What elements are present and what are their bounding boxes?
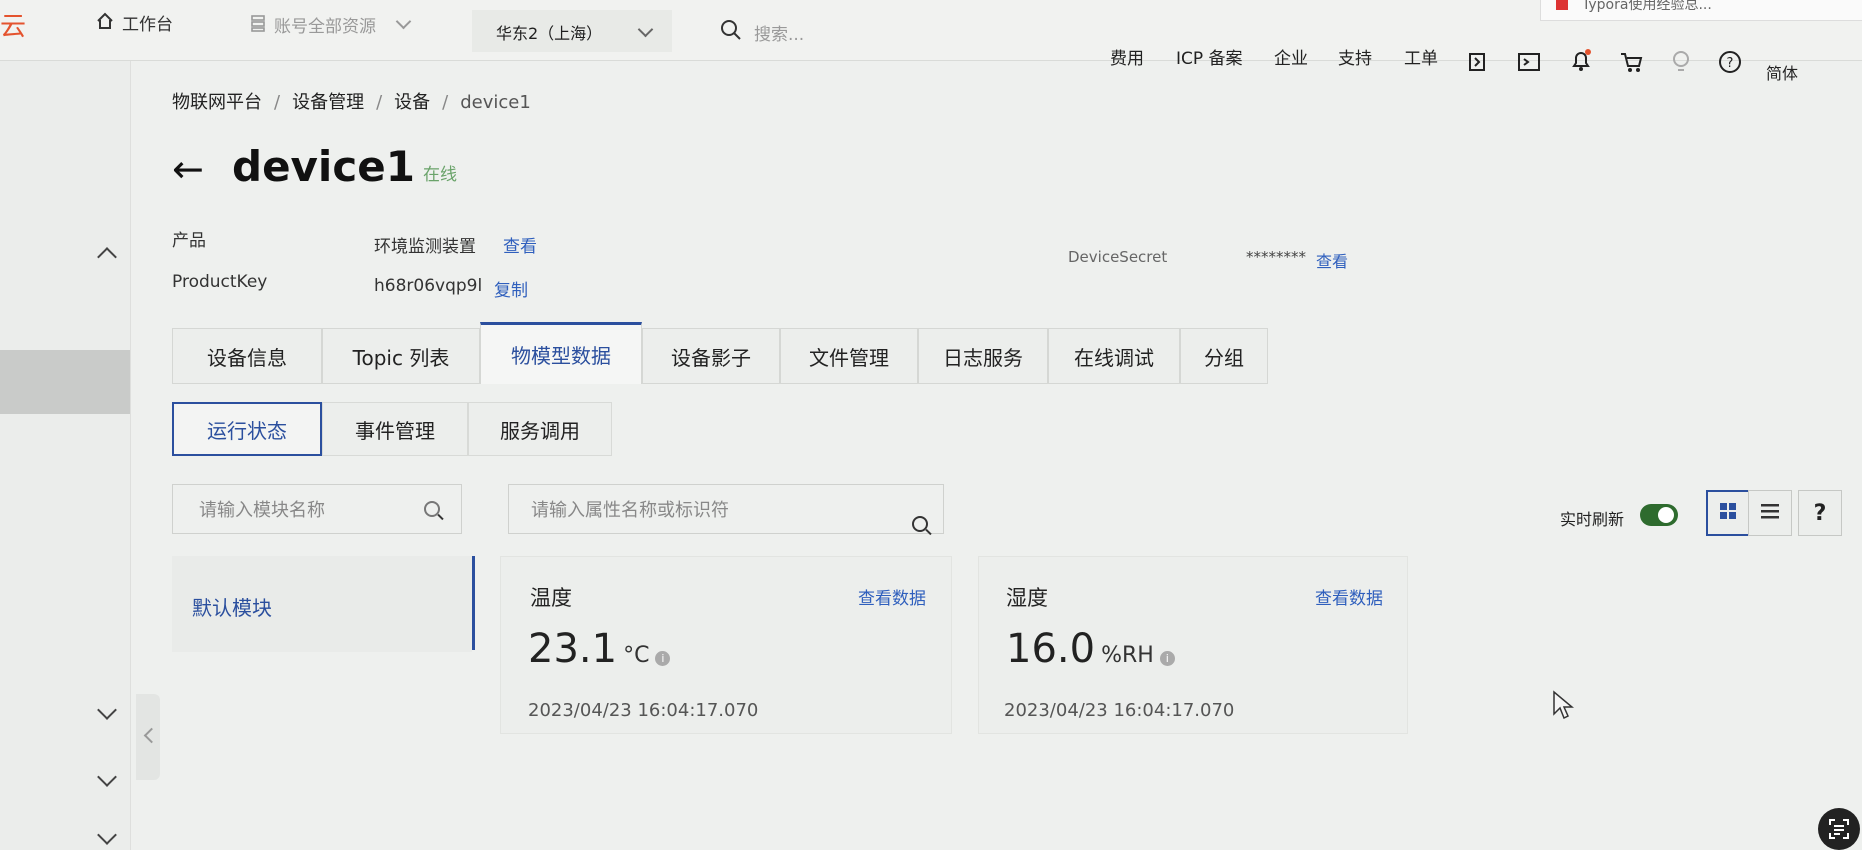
- list-icon: [1760, 502, 1780, 524]
- subtab-service-invocation[interactable]: 服务调用: [468, 402, 612, 456]
- bell-icon[interactable]: [1570, 48, 1592, 78]
- back-arrow-icon[interactable]: ←: [172, 150, 204, 188]
- view-data-link[interactable]: 查看数据: [1315, 584, 1383, 609]
- module-active-indicator: [472, 556, 475, 650]
- view-data-link[interactable]: 查看数据: [858, 584, 926, 609]
- mouse-cursor-icon: [1552, 690, 1575, 724]
- status-badge: 在线: [423, 165, 457, 185]
- background-tab-title: Typora使用经验总...: [1582, 0, 1712, 13]
- view-devicesecret-link[interactable]: 查看: [1316, 248, 1348, 272]
- workbench-link[interactable]: 工作台: [96, 10, 173, 35]
- workbench-label: 工作台: [122, 15, 173, 35]
- subtab-event-management[interactable]: 事件管理: [322, 402, 468, 456]
- copy-productkey-link[interactable]: 复制: [494, 276, 528, 301]
- subtab-runtime-status[interactable]: 运行状态: [172, 402, 322, 456]
- tab-device-shadow[interactable]: 设备影子: [642, 328, 780, 384]
- search-icon[interactable]: [424, 501, 440, 517]
- devicesecret-value: ********: [1246, 248, 1306, 266]
- property-unit: °C: [623, 643, 650, 668]
- language-switch[interactable]: 简体: [1766, 60, 1798, 84]
- resource-icon: [250, 14, 266, 36]
- left-sidebar: [0, 61, 131, 850]
- property-value-row: 16.0 %RH i: [1006, 626, 1175, 672]
- property-value: 16.0: [1006, 626, 1096, 672]
- sidebar-selected-item[interactable]: [0, 350, 130, 414]
- property-search-placeholder: 请输入属性名称或标识符: [531, 500, 729, 521]
- property-value-row: 23.1 °C i: [528, 626, 671, 672]
- help-button[interactable]: ?: [1798, 490, 1842, 536]
- module-item-default[interactable]: 默认模块: [192, 592, 272, 621]
- property-timestamp: 2023/04/23 16:04:17.070: [528, 700, 759, 721]
- breadcrumb-device-management[interactable]: 设备管理: [292, 92, 364, 113]
- account-scope-label: 账号全部资源: [274, 17, 376, 37]
- module-search-input[interactable]: 请输入模块名称: [172, 484, 462, 534]
- home-icon: [96, 12, 114, 34]
- tab-topic-list[interactable]: Topic 列表: [322, 328, 480, 384]
- breadcrumb-devices[interactable]: 设备: [394, 92, 430, 113]
- svg-text:?: ?: [1727, 56, 1734, 71]
- property-unit: %RH: [1101, 643, 1154, 668]
- tab-thing-model-data[interactable]: 物模型数据: [480, 322, 642, 384]
- lightbulb-icon[interactable]: [1672, 50, 1690, 78]
- text-scan-icon: [1828, 818, 1850, 844]
- property-name: 温度: [530, 586, 572, 610]
- typora-icon: [1556, 0, 1568, 10]
- nav-billing[interactable]: 费用: [1110, 44, 1144, 69]
- view-product-link[interactable]: 查看: [503, 232, 537, 257]
- realtime-refresh-label: 实时刷新: [1560, 510, 1625, 529]
- tab-group[interactable]: 分组: [1180, 328, 1268, 384]
- productkey-value: h68r06vqp9l: [374, 276, 483, 296]
- breadcrumb: 物联网平台 / 设备管理 / 设备 / device1: [172, 92, 531, 113]
- product-label: 产品: [172, 231, 206, 251]
- page-title: device1: [232, 142, 415, 191]
- global-search-placeholder: 搜索...: [754, 24, 805, 45]
- property-value: 23.1: [528, 626, 618, 672]
- property-name: 湿度: [1006, 586, 1048, 610]
- search-icon[interactable]: [912, 516, 928, 532]
- info-icon[interactable]: i: [1159, 651, 1175, 666]
- cloudshell-icon[interactable]: [1466, 50, 1488, 78]
- tab-log-service[interactable]: 日志服务: [918, 328, 1048, 384]
- toggle-knob: [1658, 507, 1674, 523]
- region-label: 华东2（上海）: [496, 24, 603, 43]
- nav-enterprise[interactable]: 企业: [1274, 44, 1308, 69]
- grid-icon: [1718, 501, 1738, 525]
- list-view-button[interactable]: [1748, 490, 1792, 536]
- product-value: 环境监测装置: [374, 237, 476, 257]
- chevron-down-icon: [395, 13, 412, 30]
- property-search-input[interactable]: 请输入属性名称或标识符: [508, 484, 944, 534]
- help-icon[interactable]: ?: [1718, 50, 1742, 78]
- devicesecret-label: DeviceSecret: [1068, 248, 1168, 266]
- nav-ticket[interactable]: 工单: [1404, 44, 1438, 69]
- search-icon: [720, 19, 742, 45]
- terminal-icon[interactable]: [1518, 52, 1540, 76]
- brand-logo[interactable]: 云: [0, 6, 26, 43]
- nav-icp[interactable]: ICP 备案: [1176, 44, 1243, 69]
- breadcrumb-current: device1: [460, 92, 531, 113]
- global-search[interactable]: 搜索...: [720, 14, 1090, 50]
- module-search-placeholder: 请输入模块名称: [199, 500, 325, 521]
- account-scope-selector[interactable]: 账号全部资源: [250, 12, 412, 37]
- grid-view-button[interactable]: [1706, 490, 1750, 536]
- breadcrumb-iot-platform[interactable]: 物联网平台: [172, 92, 262, 113]
- tab-device-info[interactable]: 设备信息: [172, 328, 322, 384]
- productkey-label: ProductKey: [172, 272, 268, 292]
- nav-support[interactable]: 支持: [1338, 44, 1372, 69]
- info-icon[interactable]: i: [655, 651, 671, 666]
- property-timestamp: 2023/04/23 16:04:17.070: [1004, 700, 1235, 721]
- cart-icon[interactable]: [1620, 52, 1644, 78]
- tab-file-management[interactable]: 文件管理: [780, 328, 918, 384]
- tab-online-debug[interactable]: 在线调试: [1048, 328, 1180, 384]
